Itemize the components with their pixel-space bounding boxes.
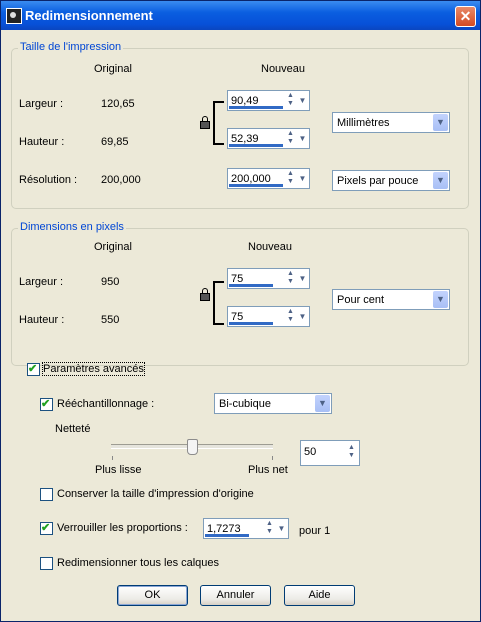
resolution-bar (229, 184, 283, 187)
sharpness-spinner[interactable]: 50 ▲ ▼ (300, 440, 360, 466)
close-button[interactable]: ✕ (455, 6, 476, 27)
chevron-down-icon[interactable]: ▼ (297, 170, 308, 187)
print-height-original: 69,85 (101, 136, 129, 148)
chevron-down-icon[interactable]: ▼ (433, 291, 448, 308)
print-width-original: 120,65 (101, 98, 135, 110)
resample-checkbox[interactable] (40, 397, 53, 411)
pixel-width-original: 950 (101, 276, 120, 288)
spin-arrows-icon[interactable]: ▲ ▼ (285, 130, 296, 147)
pixel-width-bar (229, 284, 273, 287)
ratio-spinner[interactable]: 1,7273 ▲ ▼ ▼ (203, 518, 289, 539)
print-width-label: Largeur : (19, 98, 64, 110)
app-icon (6, 8, 22, 24)
print-link-bracket (213, 101, 224, 145)
pixel-original-header: Original (94, 241, 132, 253)
print-size-group-title: Taille de l'impression (18, 41, 124, 53)
lock-icon (200, 288, 210, 301)
pixel-width-spinner[interactable]: 75 ▲ ▼ ▼ (227, 268, 310, 289)
sharpness-slider-thumb[interactable] (187, 439, 198, 455)
resample-method-select[interactable]: Bi-cubique ▼ (214, 393, 332, 414)
spin-arrows-icon[interactable]: ▲ ▼ (346, 444, 357, 461)
advanced-checkbox[interactable] (27, 362, 40, 376)
pixel-unit-select[interactable]: Pour cent ▼ (332, 289, 450, 310)
slider-tick (112, 456, 113, 460)
pixel-width-label: Largeur : (19, 276, 64, 288)
keep-print-size-checkbox[interactable] (40, 488, 53, 501)
pixel-height-original: 550 (101, 314, 120, 326)
print-original-header: Original (94, 63, 132, 75)
print-height-label: Hauteur : (19, 136, 65, 148)
resolution-unit-value: Pixels par pouce (337, 175, 419, 187)
title-bar[interactable]: Redimensionnement ✕ (1, 1, 480, 30)
pixel-height-label: Hauteur : (19, 314, 65, 326)
spin-arrows-icon[interactable]: ▲ ▼ (285, 170, 296, 187)
spin-arrows-icon[interactable]: ▲ ▼ (264, 520, 275, 537)
resolution-spinner[interactable]: 200,000 ▲ ▼ ▼ (227, 168, 310, 189)
slider-min-label: Plus lisse (95, 464, 142, 476)
print-nouveau-header: Nouveau (261, 63, 306, 75)
chevron-down-icon[interactable]: ▼ (433, 114, 448, 131)
print-width-spinner[interactable]: 90,49 ▲ ▼ ▼ (227, 90, 310, 111)
print-unit-select[interactable]: Millimètres ▼ (332, 112, 450, 133)
resize-dialog: Redimensionnement ✕ Taille de l'impressi… (0, 0, 481, 622)
slider-tick (272, 456, 273, 460)
chevron-down-icon[interactable]: ▼ (297, 308, 308, 325)
keep-print-size-label[interactable]: Conserver la taille d'impression d'origi… (57, 488, 254, 500)
ratio-suffix: pour 1 (299, 525, 331, 537)
sharpness-value: 50 (304, 446, 317, 458)
chevron-down-icon[interactable]: ▼ (297, 130, 308, 147)
resize-layers-checkbox[interactable] (40, 557, 53, 570)
resolution-label: Résolution : (19, 174, 78, 186)
resolution-unit-select[interactable]: Pixels par pouce ▼ (332, 170, 450, 191)
print-width-bar (229, 106, 283, 109)
cancel-button[interactable]: Annuler (200, 585, 271, 606)
ratio-bar (205, 534, 249, 537)
advanced-label[interactable]: Paramètres avancés (42, 362, 145, 376)
ok-button[interactable]: OK (117, 585, 188, 606)
spin-arrows-icon[interactable]: ▲ ▼ (285, 308, 296, 325)
print-height-bar (229, 144, 283, 147)
window-title: Redimensionnement (25, 8, 153, 23)
lock-ratio-checkbox[interactable] (40, 521, 53, 535)
help-button[interactable]: Aide (284, 585, 355, 606)
chevron-down-icon[interactable]: ▼ (276, 520, 287, 537)
pixel-dims-group-title: Dimensions en pixels (18, 221, 126, 233)
lock-ratio-label[interactable]: Verrouiller les proportions : (57, 522, 188, 534)
sharpness-label: Netteté (55, 423, 91, 435)
slider-max-label: Plus net (248, 464, 288, 476)
chevron-down-icon[interactable]: ▼ (297, 270, 308, 287)
resize-layers-label[interactable]: Redimensionner tous les calques (57, 557, 219, 569)
lock-icon (200, 116, 210, 129)
chevron-down-icon[interactable]: ▼ (433, 172, 448, 189)
pixel-unit-value: Pour cent (337, 294, 385, 306)
print-unit-value: Millimètres (337, 117, 390, 129)
pixel-height-spinner[interactable]: 75 ▲ ▼ ▼ (227, 306, 310, 327)
pixel-height-bar (229, 322, 273, 325)
spin-arrows-icon[interactable]: ▲ ▼ (285, 92, 296, 109)
resample-label[interactable]: Rééchantillonnage : (57, 398, 154, 410)
pixel-link-bracket (213, 281, 224, 325)
pixel-nouveau-header: Nouveau (248, 241, 293, 253)
chevron-down-icon[interactable]: ▼ (315, 395, 330, 412)
spin-arrows-icon[interactable]: ▲ ▼ (285, 270, 296, 287)
print-height-spinner[interactable]: 52,39 ▲ ▼ ▼ (227, 128, 310, 149)
resolution-original: 200,000 (101, 174, 141, 186)
chevron-down-icon[interactable]: ▼ (297, 92, 308, 109)
resample-method-value: Bi-cubique (219, 398, 271, 410)
dialog-client: Taille de l'impression Original Nouveau … (4, 30, 477, 618)
